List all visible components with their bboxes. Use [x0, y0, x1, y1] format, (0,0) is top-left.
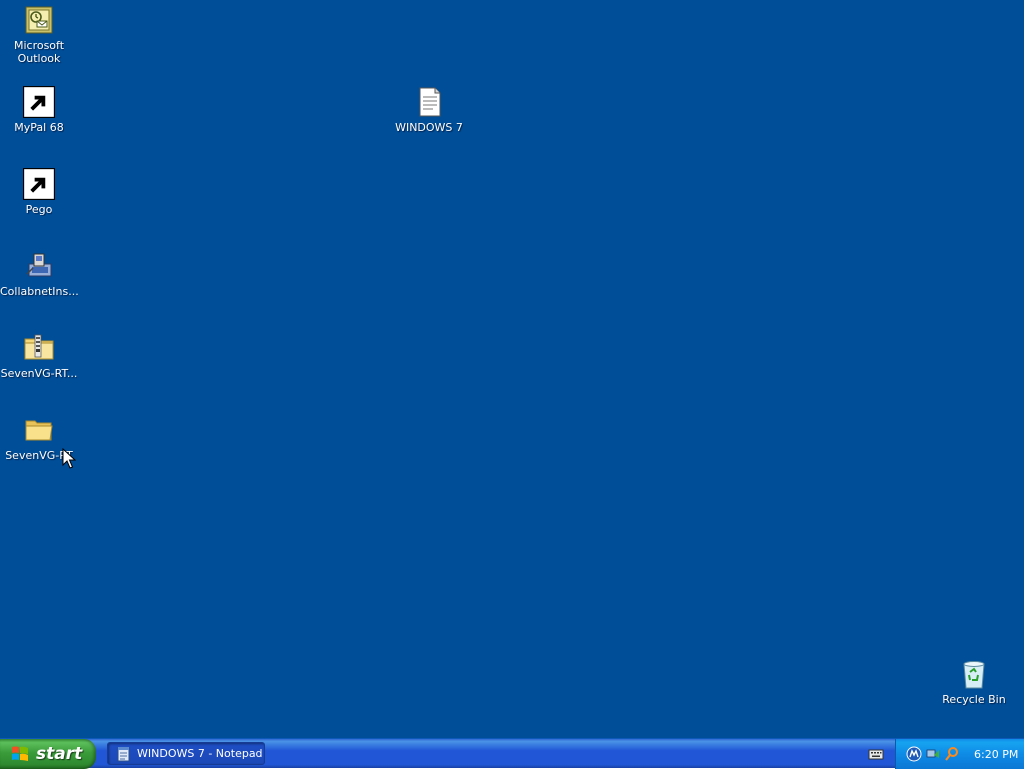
malwarebytes-icon[interactable] [906, 746, 922, 762]
desktop-icon-outlook[interactable]: Microsoft Outlook [0, 4, 78, 65]
shortcut-arrow-icon [23, 86, 55, 118]
desktop-icon-label: CollabnetIns... [0, 285, 78, 298]
zip-folder-icon [23, 332, 55, 364]
windows-flag-icon [12, 746, 28, 761]
recycle-bin-icon [958, 658, 990, 690]
desktop-icon-label: Microsoft Outlook [13, 39, 65, 65]
clock[interactable]: 6:20 PM [974, 748, 1018, 761]
shortcut-arrow-icon [23, 168, 55, 200]
folder-icon [23, 414, 55, 446]
taskbar: start WINDOWS 7 - Notepad 6:20 PM [0, 738, 1024, 769]
desktop-icon-mypal[interactable]: MyPal 68 [0, 86, 78, 134]
desktop-icon-collabnet-installer[interactable]: CollabnetIns... [0, 250, 78, 298]
desktop-icon-label: Pego [25, 203, 53, 216]
taskbar-button-notepad[interactable]: WINDOWS 7 - Notepad [107, 742, 265, 765]
installer-icon [23, 250, 55, 282]
desktop-icon-sevenvg-zip[interactable]: SevenVG-RT... [0, 332, 78, 380]
outlook-icon [23, 4, 55, 36]
desktop-icon-label: SevenVG-RT... [0, 367, 78, 380]
desktop-icon-label: Recycle Bin [942, 693, 1006, 706]
network-icon[interactable] [925, 746, 941, 762]
desktop-icon-label: WINDOWS 7 [395, 121, 463, 134]
desktop-icon-windows7-txt[interactable]: WINDOWS 7 [390, 86, 468, 134]
mypal-icon [23, 86, 55, 118]
text-document-icon [413, 86, 445, 118]
mouse-cursor-icon [62, 448, 76, 469]
notepad-icon [117, 746, 130, 761]
desktop[interactable]: Microsoft Outlook MyPal 68 Pego Collabne… [0, 0, 1024, 738]
start-button[interactable]: start [0, 739, 96, 769]
desktop-icon-recycle-bin[interactable]: Recycle Bin [935, 658, 1013, 706]
keyboard-icon[interactable] [868, 747, 884, 761]
search-icon[interactable] [944, 746, 960, 762]
desktop-icon-label: MyPal 68 [14, 121, 64, 134]
desktop-icon-pego[interactable]: Pego [0, 168, 78, 216]
start-label: start [36, 744, 83, 764]
taskbar-button-label: WINDOWS 7 - Notepad [137, 747, 263, 760]
pego-icon [23, 168, 55, 200]
system-tray: 6:20 PM [895, 739, 1024, 769]
